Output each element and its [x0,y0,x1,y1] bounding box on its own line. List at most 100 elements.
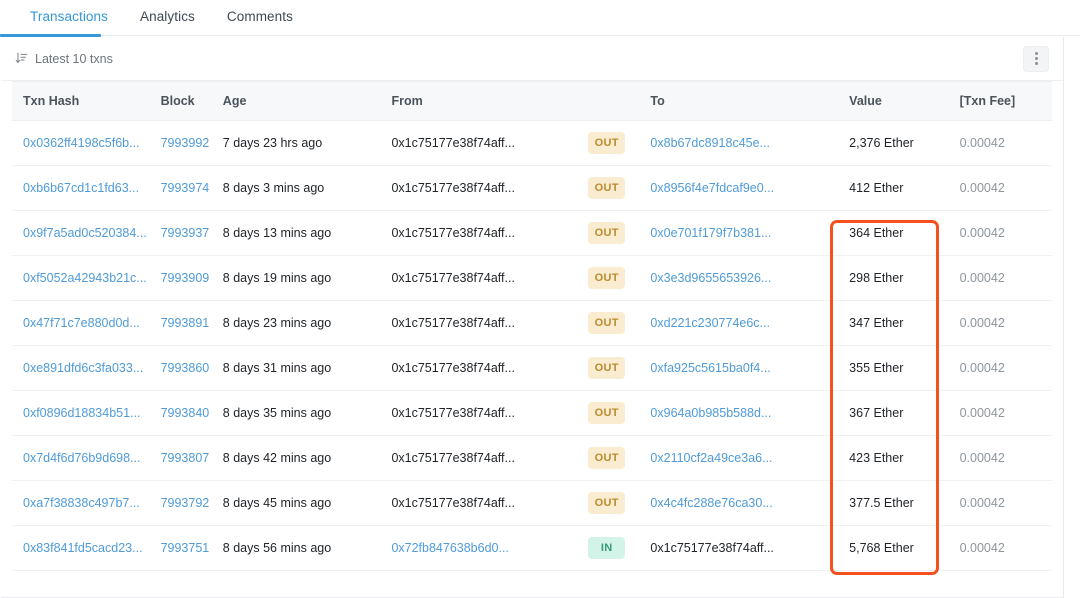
cell-from-text: 0x1c75177e38f74aff... [391,181,515,195]
cell-value-text: 377.5 Ether [849,496,914,510]
cell-to-text[interactable]: 0x4c4fc288e76ca30... [650,496,772,510]
cell-txn-fee: 0.00042 [959,300,1052,346]
column-header-to[interactable]: To [650,81,850,121]
direction-badge: OUT [588,312,626,334]
column-header-value[interactable]: Value [849,81,960,121]
table-row: 0xa7f38838c497b7... 7993792 8 days 45 mins… [12,480,1052,526]
cell-txn-hash-text[interactable]: 0x0362ff4198c5f6b... [23,136,140,150]
sort-descending-icon[interactable] [15,52,28,65]
cell-to-text[interactable]: 0x0e701f179f7b381... [650,226,771,240]
tab-bar: Transactions Analytics Comments [0,0,1080,37]
cell-to: 0x8956f4e7fdcaf9e0... [650,165,850,211]
cell-direction: OUT [588,480,651,526]
cell-block-text[interactable]: 7993792 [161,496,210,510]
cell-block-text[interactable]: 7993751 [161,541,210,555]
cell-direction: OUT [588,435,651,481]
cell-txn-hash-text[interactable]: 0xf5052a42943b21c... [23,271,147,285]
cell-txn-fee: 0.00042 [959,345,1052,391]
cell-to-text[interactable]: 0x8b67dc8918c45e... [650,136,770,150]
transactions-card: Latest 10 txns Txn Hash Block Age From T… [0,37,1064,598]
cell-block-text[interactable]: 7993860 [161,361,210,375]
cell-age: 8 days 56 mins ago [222,525,392,571]
tab-transactions[interactable]: Transactions [14,0,124,35]
cell-age: 8 days 42 mins ago [222,435,392,481]
cell-from-text: 0x1c75177e38f74aff... [391,361,515,375]
cell-block-text[interactable]: 7993807 [161,451,210,465]
cell-txn-fee: 0.00042 [959,165,1052,211]
cell-from-text: 0x1c75177e38f74aff... [391,406,515,420]
table-head: Txn Hash Block Age From To Value [Txn Fe… [12,81,1052,121]
direction-badge: OUT [588,402,626,424]
cell-value-text: 364 Ether [849,226,904,240]
table-body: 0x0362ff4198c5f6b... 7993992 7 days 23 hrs… [12,120,1052,571]
column-header-txn-fee[interactable]: [Txn Fee] [959,81,1052,121]
cell-to: 0x0e701f179f7b381... [650,210,850,256]
cell-block-text[interactable]: 7993992 [161,136,210,150]
cell-txn-hash: 0x47f71c7e880d0d... [12,300,161,346]
cell-value: 377.5 Ether [849,480,960,526]
cell-age: 8 days 19 mins ago [222,255,392,301]
cell-txn-hash-text[interactable]: 0x47f71c7e880d0d... [23,316,140,330]
cell-txn-hash-text[interactable]: 0x7d4f6d76b9d698... [23,451,140,465]
cell-txn-hash: 0xa7f38838c497b7... [12,480,161,526]
cell-value-text: 298 Ether [849,271,904,285]
transactions-table: Txn Hash Block Age From To Value [Txn Fe… [12,81,1052,571]
kebab-menu-button[interactable] [1023,45,1049,72]
column-header-txn-hash[interactable]: Txn Hash [12,81,161,121]
cell-value-text: 412 Ether [849,181,904,195]
cell-txn-hash-text[interactable]: 0x83f841fd5cacd23... [23,541,143,555]
cell-value: 347 Ether [849,300,960,346]
card-header: Latest 10 txns [1,37,1063,81]
cell-block-text[interactable]: 7993840 [161,406,210,420]
tab-analytics[interactable]: Analytics [124,0,211,35]
cell-value-text: 347 Ether [849,316,904,330]
cell-txn-hash-text[interactable]: 0x9f7a5ad0c520384... [23,226,147,240]
column-header-block[interactable]: Block [160,81,223,121]
cell-from: 0x72fb847638b6d0... [391,525,589,571]
direction-badge: OUT [588,222,626,244]
table-row: 0xb6b67cd1c1fd63... 7993974 8 days 3 mins … [12,165,1052,211]
cell-block-text[interactable]: 7993891 [161,316,210,330]
cell-from-text[interactable]: 0x72fb847638b6d0... [391,541,508,555]
cell-block: 7993937 [160,210,223,256]
cell-from: 0x1c75177e38f74aff... [391,255,589,301]
cell-txn-hash-text[interactable]: 0xe891dfd6c3fa033... [23,361,143,375]
cell-txn-fee-text: 0.00042 [959,136,1005,150]
cell-from: 0x1c75177e38f74aff... [391,345,589,391]
cell-to: 0xd221c230774e6c... [650,300,850,346]
cell-to-text[interactable]: 0x2110cf2a49ce3a6... [650,451,772,465]
cell-txn-hash-text[interactable]: 0xb6b67cd1c1fd63... [23,181,139,195]
cell-block-text[interactable]: 7993909 [161,271,210,285]
cell-to-text[interactable]: 0xd221c230774e6c... [650,316,770,330]
cell-age: 8 days 35 mins ago [222,390,392,436]
cell-txn-hash-text[interactable]: 0xa7f38838c497b7... [23,496,140,510]
cell-block-text[interactable]: 7993937 [161,226,210,240]
cell-value: 364 Ether [849,210,960,256]
cell-age-text: 8 days 13 mins ago [222,226,332,240]
cell-age: 7 days 23 hrs ago [222,120,392,166]
cell-txn-hash-text[interactable]: 0xf0896d18834b51... [23,406,140,420]
cell-to-text[interactable]: 0x3e3d9655653926... [650,271,771,285]
cell-from-text: 0x1c75177e38f74aff... [391,271,515,285]
tab-comments[interactable]: Comments [211,0,309,35]
cell-from: 0x1c75177e38f74aff... [391,165,589,211]
column-header-from[interactable]: From [391,81,589,121]
transactions-page: Transactions Analytics Comments Latest 1… [0,0,1080,598]
cell-to: 0x2110cf2a49ce3a6... [650,435,850,481]
table-row: 0x9f7a5ad0c520384... 7993937 8 days 13 min… [12,210,1052,256]
cell-to-text[interactable]: 0x8956f4e7fdcaf9e0... [650,181,774,195]
cell-value: 355 Ether [849,345,960,391]
cell-block-text[interactable]: 7993974 [161,181,210,195]
cell-to-text: 0x1c75177e38f74aff... [650,541,774,555]
cell-from: 0x1c75177e38f74aff... [391,480,589,526]
cell-to-text[interactable]: 0x964a0b985b588d... [650,406,771,420]
cell-to-text[interactable]: 0xfa925c5615ba0f4... [650,361,770,375]
cell-txn-fee: 0.00042 [959,435,1052,481]
column-header-age[interactable]: Age [222,81,392,121]
cell-value: 367 Ether [849,390,960,436]
cell-age-text: 7 days 23 hrs ago [222,136,323,150]
table-row: 0x0362ff4198c5f6b... 7993992 7 days 23 hrs… [12,120,1052,166]
cell-from: 0x1c75177e38f74aff... [391,210,589,256]
cell-direction: OUT [588,345,651,391]
cell-value: 5,768 Ether [849,525,960,571]
